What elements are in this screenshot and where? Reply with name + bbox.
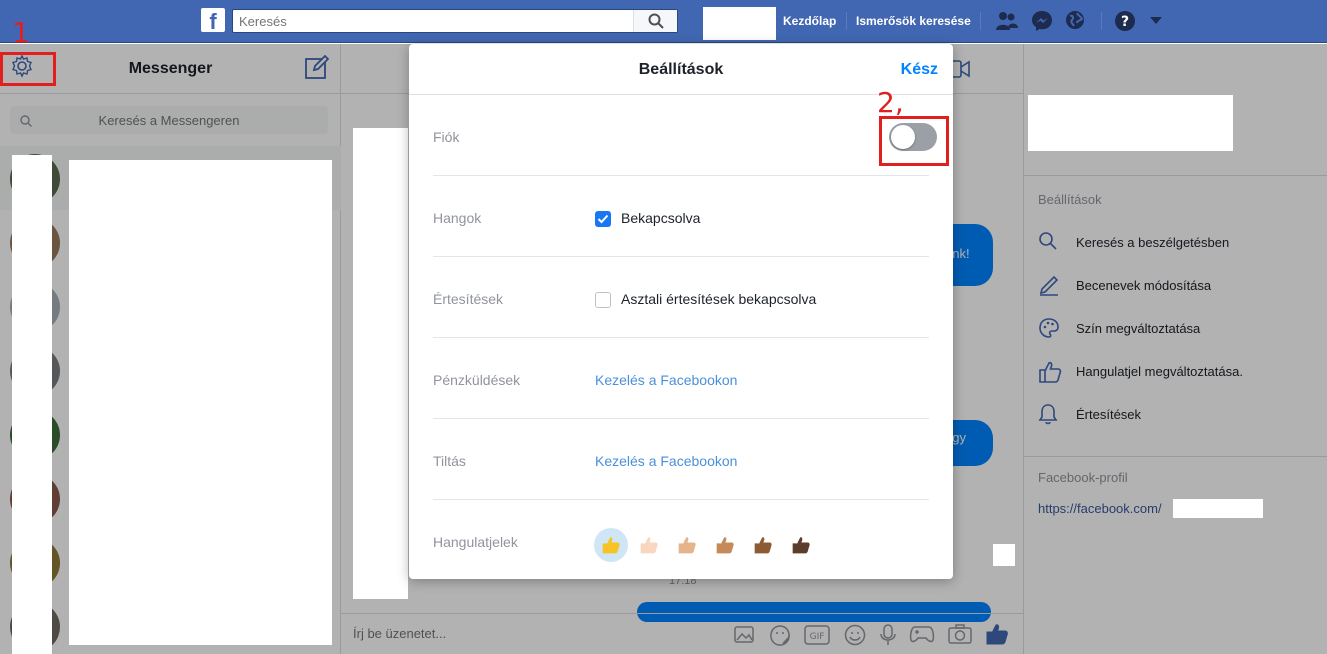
svg-text:?: ?: [1121, 14, 1129, 30]
checkmark-icon: [597, 214, 609, 224]
settings-row-emoji: Hangulatjelek: [433, 500, 929, 581]
thumbs-up-icon: [792, 537, 810, 554]
thumbs-up-icon: [602, 537, 620, 554]
redacted-avatars-column: [12, 155, 52, 654]
redacted-profile-id: [1173, 499, 1263, 518]
sounds-checkbox[interactable]: [595, 211, 611, 227]
redacted-avatar: [993, 544, 1015, 566]
settings-row-account: Fiók: [433, 95, 929, 176]
thumbs-up-icon: [754, 537, 772, 554]
settings-row-payments: Pénzküldések Kezelés a Facebookon: [433, 338, 929, 419]
friend-requests-icon[interactable]: [995, 10, 1019, 32]
desktop-notifications-text: Asztali értesítések bekapcsolva: [621, 291, 817, 307]
skin-tone-option[interactable]: [784, 528, 818, 562]
dialog-title: Beállítások: [638, 61, 724, 78]
manage-payments-link[interactable]: Kezelés a Facebookon: [595, 372, 737, 388]
redacted-conversation-names: [69, 160, 332, 645]
block-label: Tiltás: [433, 453, 466, 469]
skin-tone-option[interactable]: [708, 528, 742, 562]
skin-tone-option[interactable]: [746, 528, 780, 562]
nav-home-link[interactable]: Kezdőlap: [783, 14, 836, 28]
nav-divider: [1101, 12, 1102, 30]
account-label: Fiók: [433, 129, 460, 145]
messenger-icon[interactable]: [1031, 10, 1053, 32]
annotation-number-1: 1: [12, 16, 30, 49]
top-navigation-bar: f Kezdőlap Ismerősök keresése ?: [0, 0, 1327, 43]
settings-row-notifications: Értesítések Asztali értesítések bekapcso…: [433, 257, 929, 338]
notifications-globe-icon[interactable]: [1065, 10, 1085, 30]
search-button[interactable]: [633, 10, 677, 32]
profile-link[interactable]: [703, 7, 776, 40]
annotation-box-gear: [0, 52, 56, 86]
facebook-logo[interactable]: f: [201, 8, 225, 32]
settings-dialog: Beállítások Kész Fiók Hangok Bekapcsolva…: [409, 44, 953, 579]
skin-tone-option[interactable]: [632, 528, 666, 562]
annotation-number-2: 2,: [877, 86, 904, 119]
redacted-contact-name: [1028, 95, 1233, 151]
thumbs-up-icon: [716, 537, 734, 554]
nav-divider: [980, 12, 981, 30]
emoji-label: Hangulatjelek: [433, 534, 518, 550]
desktop-notifications-checkbox[interactable]: [595, 292, 611, 308]
sounds-label: Hangok: [433, 210, 482, 226]
manage-blocking-link[interactable]: Kezelés a Facebookon: [595, 453, 737, 469]
dialog-header: Beállítások Kész: [409, 44, 953, 95]
thumbs-up-icon: [640, 537, 658, 554]
settings-row-sounds: Hangok Bekapcsolva: [433, 176, 929, 257]
done-button[interactable]: Kész: [901, 61, 938, 79]
chevron-down-icon[interactable]: [1150, 17, 1162, 25]
sounds-value: Bekapcsolva: [621, 210, 701, 226]
nav-divider: [846, 12, 847, 30]
nav-find-friends-link[interactable]: Ismerősök keresése: [856, 14, 971, 28]
annotation-box-toggle: [879, 116, 949, 166]
skin-tone-option[interactable]: [594, 528, 628, 562]
redacted-chat-content: [353, 128, 408, 599]
help-icon[interactable]: ?: [1114, 10, 1136, 32]
payments-label: Pénzküldések: [433, 372, 521, 388]
thumbs-up-icon: [678, 537, 696, 554]
search-icon: [648, 13, 664, 29]
facebook-search-box: [232, 9, 678, 33]
settings-row-block: Tiltás Kezelés a Facebookon: [433, 419, 929, 500]
facebook-search-input[interactable]: [233, 10, 633, 32]
notifications-label: Értesítések: [433, 291, 504, 307]
skin-tone-option[interactable]: [670, 528, 704, 562]
